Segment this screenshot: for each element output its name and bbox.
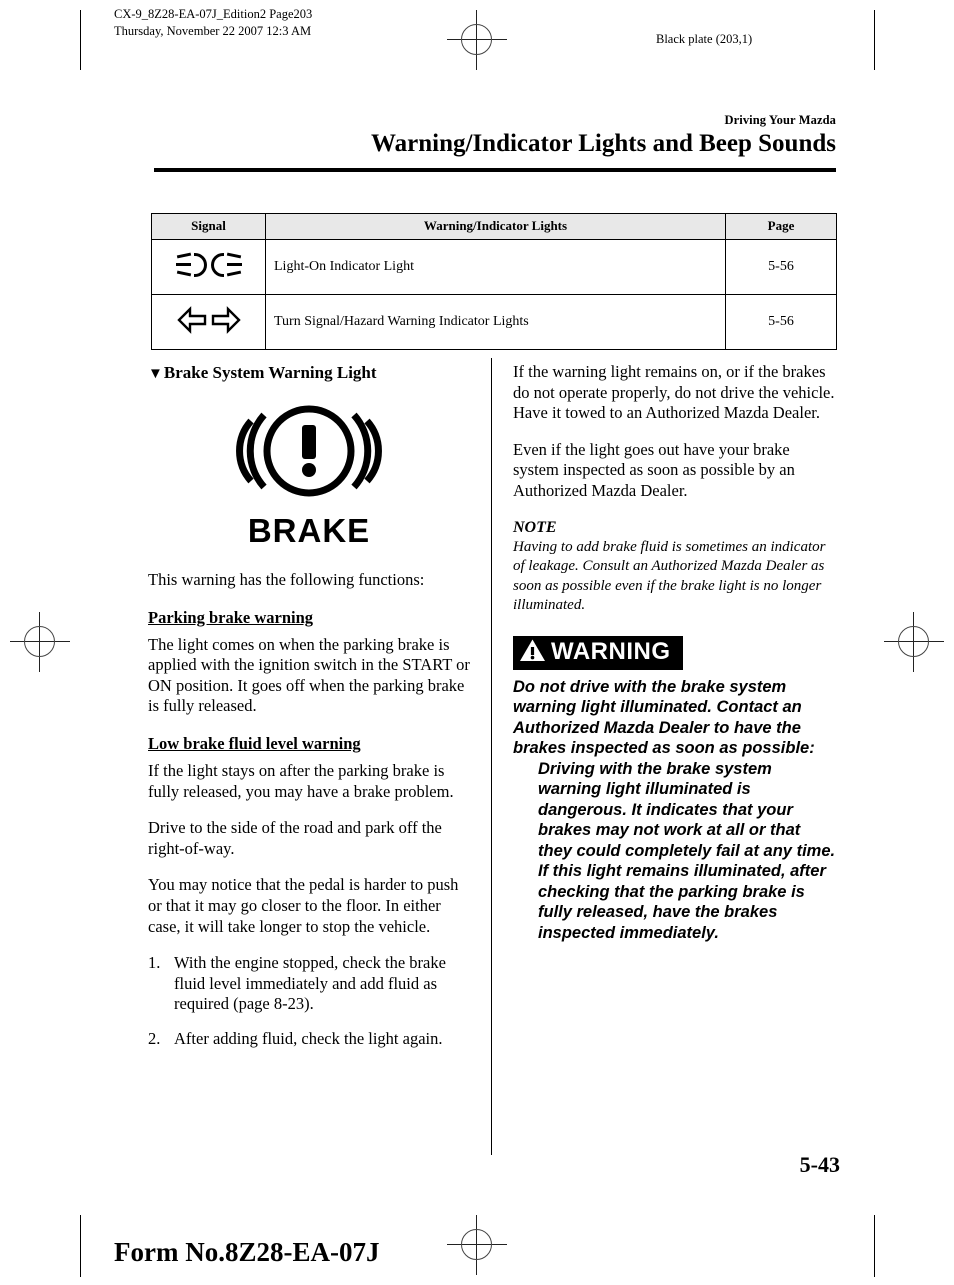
- table-header-row: Signal Warning/Indicator Lights Page: [151, 213, 837, 240]
- step-number: 2.: [148, 1028, 161, 1048]
- column-divider: [491, 358, 492, 1155]
- registration-mark-left: [10, 612, 70, 672]
- parking-brake-warning-body: The light comes on when the parking brak…: [148, 634, 470, 716]
- right-column: If the warning light remains on, or if t…: [513, 362, 838, 943]
- list-item: 1. With the engine stopped, check the br…: [148, 953, 470, 1015]
- registration-mark-right: [884, 612, 944, 672]
- trim-line-top-left: [80, 10, 81, 70]
- trim-line-bottom-right: [874, 1215, 875, 1277]
- page-reference: 5-56: [725, 294, 837, 350]
- column-header-signal: Signal: [151, 213, 266, 240]
- indicator-label: Turn Signal/Hazard Warning Indicator Lig…: [265, 294, 726, 350]
- note-body: Having to add brake fluid is sometimes a…: [513, 538, 826, 614]
- brake-symbol-label: BRAKE: [247, 512, 371, 549]
- print-job-info: CX-9_8Z28-EA-07J_Edition2 Page203 Thursd…: [114, 6, 312, 40]
- print-job-line-2: Thursday, November 22 2007 12:3 AM: [114, 24, 312, 38]
- warning-block: WARNING Do not drive with the brake syst…: [513, 635, 838, 944]
- form-number: Form No.8Z28-EA-07J: [114, 1237, 380, 1267]
- intro-paragraph: This warning has the following functions…: [148, 570, 425, 589]
- low-brake-fluid-paragraph-1: If the light stays on after the parking …: [148, 760, 454, 801]
- section-kicker: Driving Your Mazda: [724, 113, 836, 127]
- warning-triangle-icon: [519, 638, 546, 667]
- step-text: After adding fluid, check the light agai…: [174, 1028, 443, 1048]
- page-folio: 5-43: [799, 1152, 840, 1177]
- table-row: Light-On Indicator Light 5-56: [151, 239, 837, 295]
- title-rule: [154, 168, 836, 172]
- low-brake-fluid-heading: Low brake fluid level warning: [148, 733, 361, 753]
- page-reference: 5-56: [725, 239, 837, 295]
- print-job-line-1: CX-9_8Z28-EA-07J_Edition2 Page203: [114, 7, 313, 21]
- step-number: 1.: [148, 953, 161, 973]
- registration-mark-top: [447, 10, 507, 70]
- column-header-page: Page: [725, 213, 837, 240]
- list-item: 2. After adding fluid, check the light a…: [148, 1029, 470, 1050]
- warning-label: WARNING: [551, 638, 671, 666]
- parking-brake-warning-heading: Parking brake warning: [148, 607, 314, 627]
- right-paragraph-1: If the warning light remains on, or if t…: [513, 362, 835, 423]
- step-text: With the engine stopped, check the brake…: [174, 953, 446, 1014]
- registration-mark-bottom: [447, 1215, 507, 1275]
- triangle-bullet-icon: ▼: [148, 366, 163, 382]
- plate-info: Black plate (203,1): [656, 32, 753, 46]
- left-column: ▼Brake System Warning Light BRAKE This w…: [148, 362, 470, 1064]
- brake-warning-symbol: BRAKE: [148, 399, 470, 548]
- trim-line-top-right: [874, 10, 875, 70]
- low-brake-fluid-paragraph-3: You may notice that the pedal is harder …: [148, 875, 459, 936]
- warning-lead-text: Do not drive with the brake system warni…: [513, 677, 815, 758]
- brake-warning-heading: ▼Brake System Warning Light: [148, 362, 470, 385]
- brake-symbol-graphic: [236, 405, 382, 497]
- warning-detail-text: Driving with the brake system warning li…: [538, 759, 836, 942]
- turn-signal-arrows-icon: [176, 305, 241, 340]
- indicator-label: Light-On Indicator Light: [265, 239, 726, 295]
- warning-bar: WARNING: [513, 635, 683, 670]
- warning-indicator-table: Signal Warning/Indicator Lights Page Lig…: [151, 213, 837, 350]
- low-brake-fluid-paragraph-2: Drive to the side of the road and park o…: [148, 818, 442, 858]
- right-paragraph-2: Even if the light goes out have your bra…: [513, 439, 795, 500]
- signal-cell: [151, 294, 266, 350]
- column-header-lights: Warning/Indicator Lights: [265, 213, 726, 240]
- table-row: Turn Signal/Hazard Warning Indicator Lig…: [151, 294, 837, 350]
- brake-fluid-steps: 1. With the engine stopped, check the br…: [148, 953, 470, 1049]
- page-title: Warning/Indicator Lights and Beep Sounds: [371, 130, 836, 157]
- brake-warning-heading-text: Brake System Warning Light: [163, 363, 377, 382]
- signal-cell: [151, 239, 266, 295]
- trim-line-bottom-left: [80, 1215, 81, 1277]
- note-title: NOTE: [513, 518, 557, 536]
- headlight-icon: [175, 251, 243, 279]
